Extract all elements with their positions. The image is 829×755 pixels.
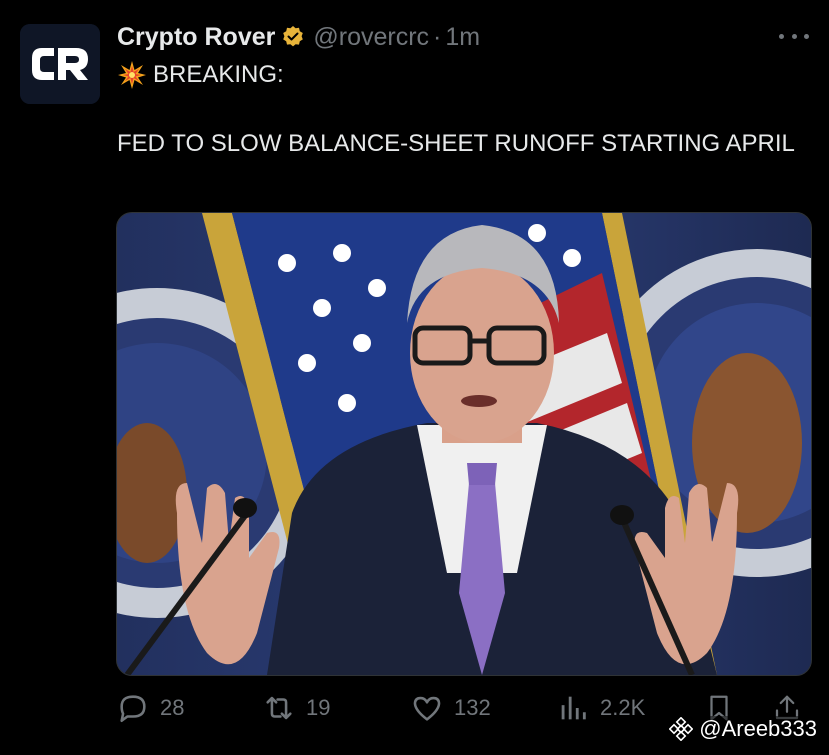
more-options-icon[interactable] [779,24,809,48]
repost-count: 19 [306,695,331,720]
views-button[interactable]: 2.2K [556,691,645,725]
reply-count: 28 [160,695,185,720]
tweet[interactable]: Crypto Rover @rovercrc · 1m BREAKING: FE… [0,0,829,755]
views-count: 2.2K [600,695,646,720]
avatar[interactable] [20,24,100,104]
heart-icon [413,696,441,721]
breaking-label: BREAKING: [153,61,284,88]
timestamp[interactable]: 1m [445,23,480,52]
verified-badge-icon [281,25,305,49]
press-conference-photo-icon [117,213,811,675]
watermark: @Areeb333 [665,716,821,742]
breaking-line: BREAKING: [117,60,284,90]
tweet-header: Crypto Rover @rovercrc · 1m [117,20,809,54]
crypto-rover-logo-icon [20,24,100,104]
binance-logo-icon [669,717,694,741]
tweet-body: FED TO SLOW BALANCE-SHEET RUNOFF STARTIN… [117,130,795,157]
reply-button[interactable]: 28 [116,691,184,725]
author-handle[interactable]: @rovercrc [313,23,429,52]
separator-dot: · [433,22,442,51]
tweet-image[interactable] [116,212,812,676]
author-name[interactable]: Crypto Rover [117,23,275,52]
collision-emoji-icon [117,60,147,90]
like-count: 132 [454,695,491,720]
views-chart-icon [561,696,586,720]
repost-icon [266,696,292,720]
reply-icon [120,695,146,723]
like-button[interactable]: 132 [410,691,491,725]
repost-button[interactable]: 19 [262,691,330,725]
watermark-text: @Areeb333 [699,716,817,741]
